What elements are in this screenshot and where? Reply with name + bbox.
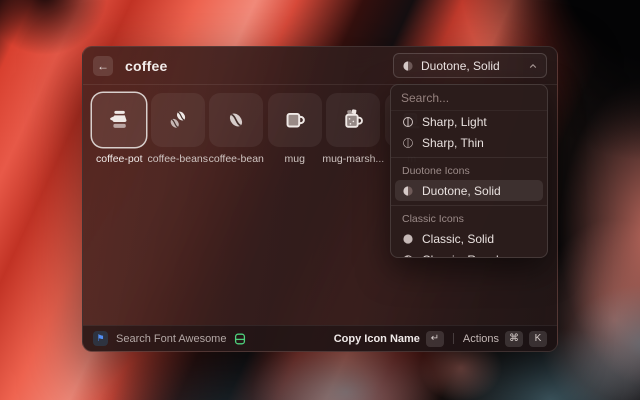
- duotone-style-icon: [402, 60, 414, 72]
- classic-solid-style-icon: [402, 233, 414, 245]
- style-dropdown-panel: Sharp, Light Sharp, Thin Duotone Icons D…: [390, 84, 548, 258]
- menu-divider: [391, 205, 547, 206]
- dropdown-search-row: [391, 85, 547, 111]
- menu-item-label: Classic, Regular: [422, 253, 509, 259]
- style-selector-button[interactable]: Duotone, Solid: [393, 53, 547, 78]
- grid-item-mug[interactable]: mug: [266, 93, 325, 165]
- actions-menu-button[interactable]: Actions: [463, 333, 499, 345]
- mug-icon: [281, 106, 309, 134]
- coffee-beans-tile[interactable]: [151, 93, 205, 147]
- coffee-bean-icon: [222, 106, 250, 134]
- footer-actions: Copy Icon Name ↵ Actions ⌘ K: [334, 331, 547, 347]
- icon-label: coffee-pot: [96, 153, 143, 165]
- back-button[interactable]: ←: [93, 56, 113, 76]
- sharp-light-style-icon: [402, 116, 414, 128]
- menu-item-classic-regular[interactable]: Classic, Regular: [395, 249, 543, 258]
- classic-regular-style-icon: [402, 254, 414, 259]
- icon-label: coffee-beans: [147, 153, 208, 165]
- menu-item-sharp-thin[interactable]: Sharp, Thin: [395, 132, 543, 153]
- icon-label: coffee-bean: [209, 153, 264, 165]
- menu-divider: [391, 157, 547, 158]
- flag-icon: ⚑: [96, 333, 104, 344]
- arrow-left-icon: ←: [97, 59, 109, 73]
- coffee-pot-tile[interactable]: [92, 93, 146, 147]
- coffee-bean-tile[interactable]: [209, 93, 263, 147]
- return-key-badge: ↵: [426, 331, 444, 347]
- section-header-duotone: Duotone Icons: [391, 162, 547, 180]
- mug-tile[interactable]: [268, 93, 322, 147]
- duotone-solid-style-icon: [402, 185, 414, 197]
- chevron-up-icon: [528, 61, 538, 71]
- green-device-icon: [234, 333, 246, 345]
- command-key-badge: ⌘: [505, 331, 523, 347]
- grid-item-mug-marshmallows[interactable]: mug-marsh...: [324, 93, 383, 165]
- font-awesome-logo: ⚑: [93, 331, 108, 346]
- grid-item-coffee-bean[interactable]: coffee-bean: [207, 93, 266, 165]
- extension-name: Search Font Awesome: [116, 333, 226, 345]
- icon-label: mug: [285, 153, 305, 165]
- coffee-pot-icon: [105, 106, 133, 134]
- section-header-classic: Classic Icons: [391, 210, 547, 228]
- icon-results-grid: coffee-pot coffee-beans: [90, 93, 441, 165]
- menu-item-label: Sharp, Light: [422, 115, 487, 129]
- mug-marshmallows-icon: [339, 106, 367, 134]
- copy-icon-name-action[interactable]: Copy Icon Name: [334, 333, 420, 345]
- dropdown-search-input[interactable]: [401, 91, 537, 105]
- footer-separator: [453, 333, 454, 344]
- style-selector-label: Duotone, Solid: [421, 59, 500, 73]
- grid-item-coffee-beans[interactable]: coffee-beans: [149, 93, 208, 165]
- mug-marshmallows-tile[interactable]: [326, 93, 380, 147]
- menu-item-label: Duotone, Solid: [422, 184, 501, 198]
- window-footer: ⚑ Search Font Awesome Copy Icon Name ↵ A…: [83, 325, 557, 351]
- sharp-thin-style-icon: [402, 137, 414, 149]
- desktop: ← coffee Duotone, Solid: [0, 0, 640, 400]
- menu-item-sharp-light[interactable]: Sharp, Light: [395, 111, 543, 132]
- menu-item-duotone-solid[interactable]: Duotone, Solid: [395, 180, 543, 201]
- grid-item-coffee-pot[interactable]: coffee-pot: [90, 93, 149, 165]
- menu-item-label: Classic, Solid: [422, 232, 494, 246]
- window-header: ← coffee Duotone, Solid: [83, 47, 557, 84]
- coffee-beans-icon: [164, 106, 192, 134]
- k-key-badge: K: [529, 331, 547, 347]
- menu-item-label: Sharp, Thin: [422, 136, 484, 150]
- search-query-text[interactable]: coffee: [125, 58, 167, 74]
- icon-label: mug-marsh...: [322, 153, 384, 165]
- menu-item-classic-solid[interactable]: Classic, Solid: [395, 228, 543, 249]
